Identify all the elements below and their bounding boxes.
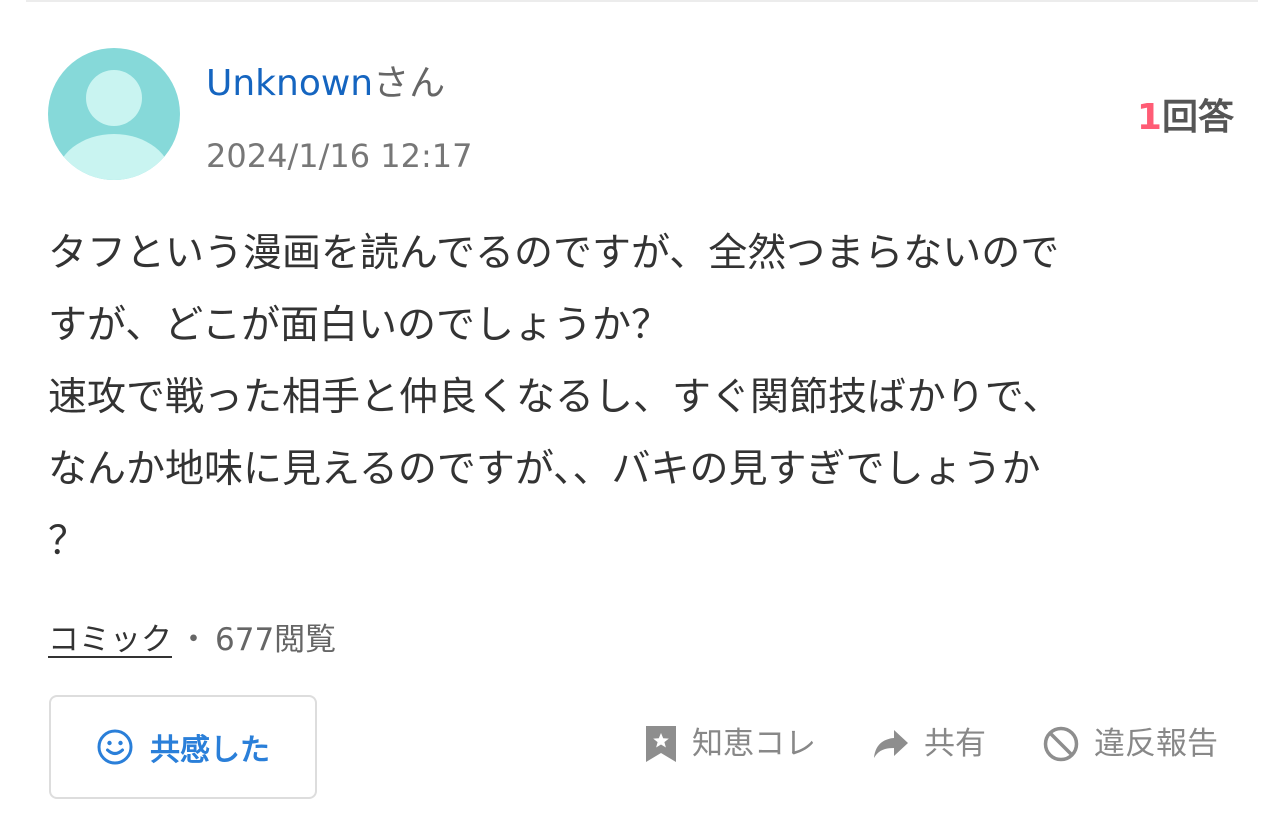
smile-icon (96, 728, 134, 766)
share-button[interactable]: 共有 (872, 724, 986, 764)
meta-separator: ・ (178, 622, 209, 658)
empathy-button[interactable]: 共感した (49, 695, 317, 799)
prohibited-icon (1042, 725, 1080, 763)
bookmark-star-icon (644, 724, 678, 764)
avatar[interactable] (48, 48, 180, 180)
question-line: タフという漫画を読んでるのですが、全然つまらないので (48, 231, 1060, 276)
category-link[interactable]: コミック (48, 622, 172, 658)
answer-count-label: 回答 (1161, 97, 1234, 138)
report-label: 違反報告 (1094, 726, 1218, 762)
user-name-link[interactable]: Unknown (206, 63, 373, 104)
question-line: なんか地味に見えるのですが、、バキの見すぎでしょうか (48, 447, 1041, 492)
question-body: タフという漫画を読んでるのですが、全然つまらないので すが、どこが面白いのでしょ… (48, 218, 1238, 578)
action-bar: 知恵コレ 共有 違反報告 (644, 724, 1218, 764)
view-count: 677閲覧 (215, 622, 337, 658)
avatar-body-shape (56, 134, 172, 180)
bookmark-button[interactable]: 知恵コレ (644, 724, 816, 764)
question-meta: コミック・ 677閲覧 (48, 620, 336, 660)
report-button[interactable]: 違反報告 (1042, 724, 1218, 764)
answer-count[interactable]: 1回答 (1137, 96, 1234, 140)
bookmark-label: 知恵コレ (692, 726, 816, 762)
user-line: Unknownさん (206, 62, 445, 106)
avatar-head-shape (86, 70, 142, 126)
post-date: 2024/1/16 12:17 (206, 137, 473, 175)
top-divider (26, 0, 1258, 2)
share-arrow-icon (872, 727, 910, 761)
share-label: 共有 (924, 726, 986, 762)
question-line: すが、どこが面白いのでしょうか？ (48, 303, 671, 348)
question-line: 速攻で戦った相手と仲良くなるし、すぐ関節技ばかりで、 (48, 375, 1062, 420)
answer-count-number: 1 (1136, 97, 1162, 138)
question-line: ？ (48, 519, 88, 564)
empathy-button-label: 共感した (150, 733, 270, 768)
user-honorific: さん (373, 63, 446, 104)
